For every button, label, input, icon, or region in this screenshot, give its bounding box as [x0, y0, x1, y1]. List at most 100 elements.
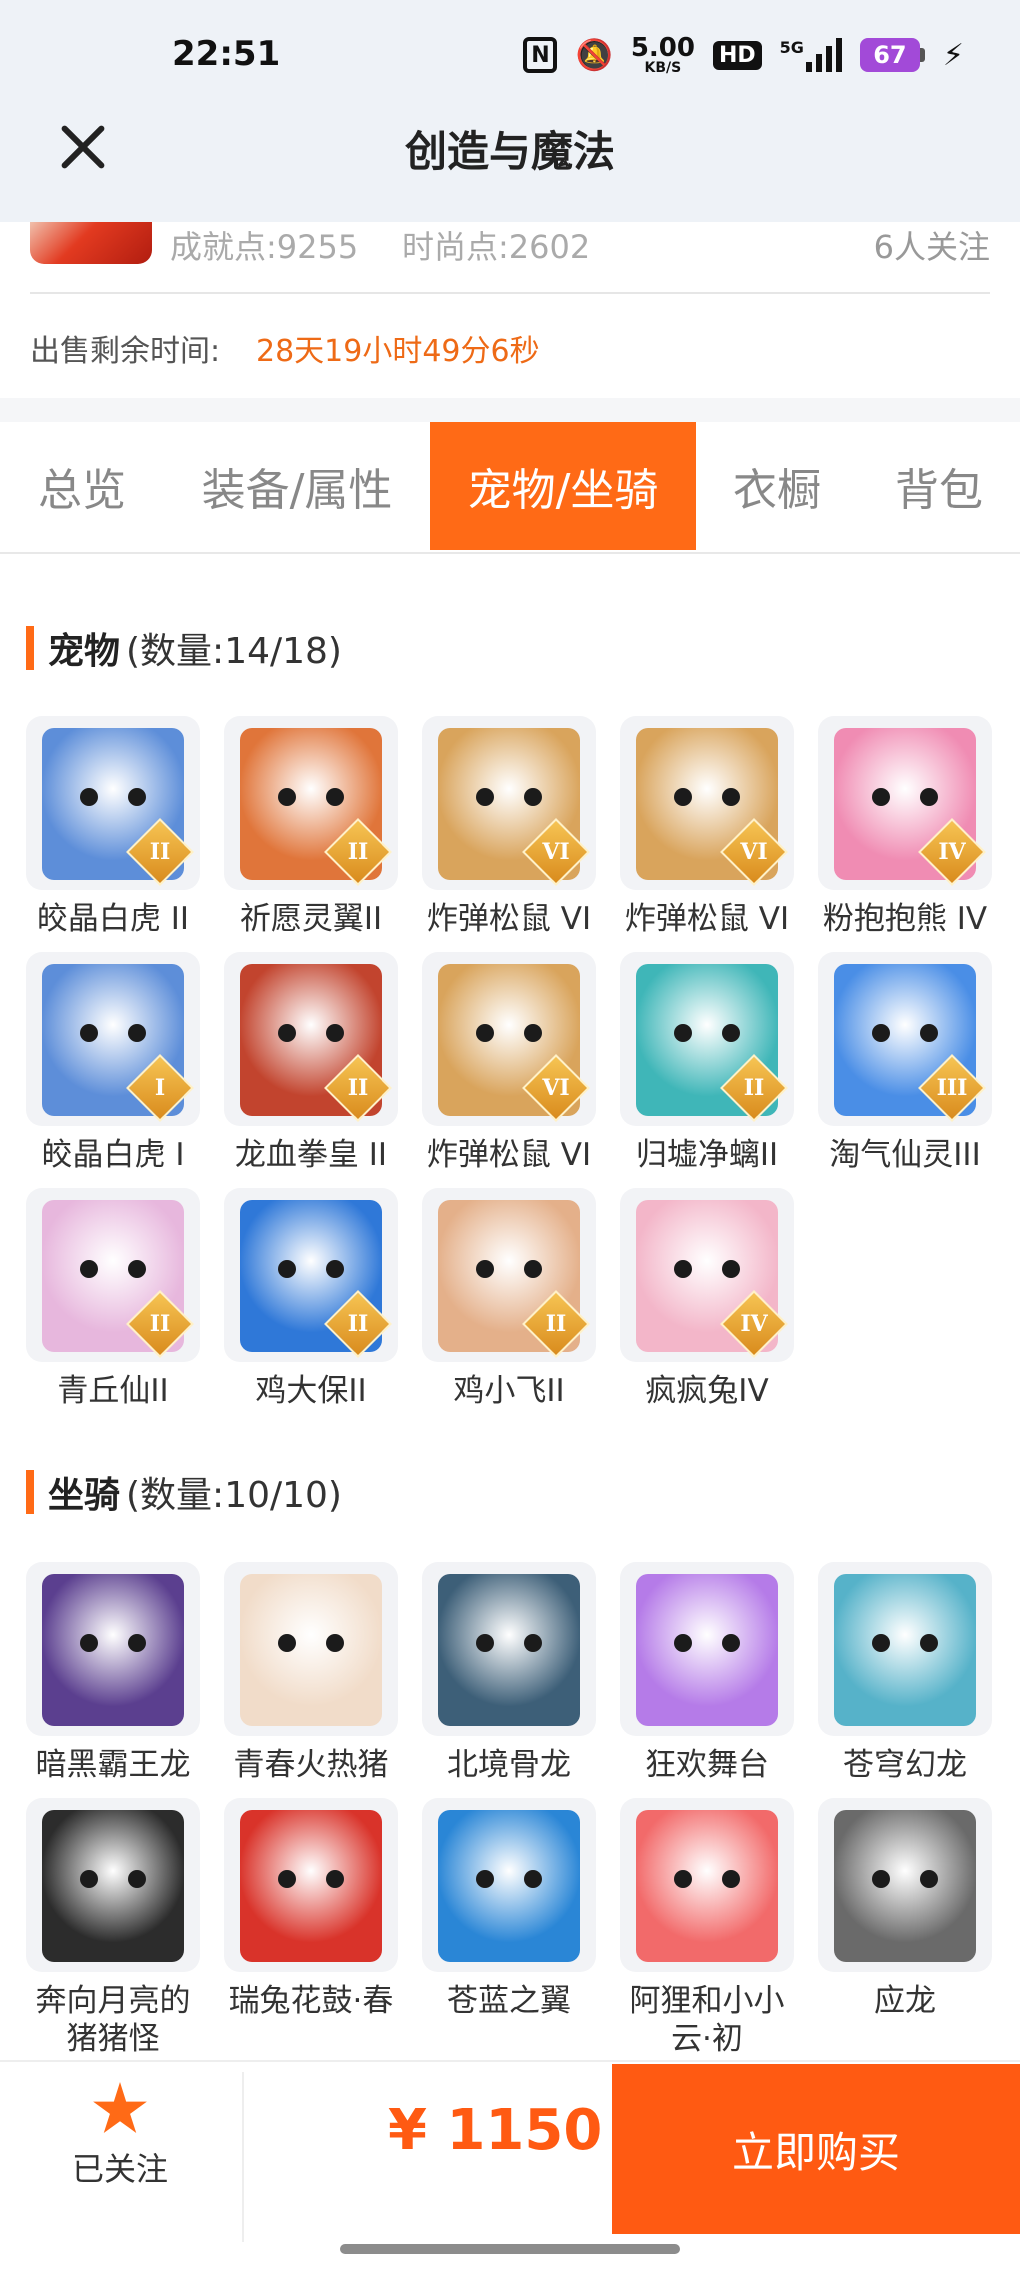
item-name: 炸弹松鼠 VI [426, 901, 592, 937]
grid-item[interactable]: II 鸡大保II [224, 1188, 398, 1410]
grid-item[interactable]: I 皎晶白虎 I [26, 952, 200, 1174]
battery-level: 67 [859, 38, 920, 72]
item-name: 青春火热猪 [233, 1747, 389, 1783]
grid-item[interactable]: 青春火热猪 [224, 1562, 398, 1784]
item-thumbnail: IV [818, 716, 992, 890]
tier-label: IV [740, 1311, 768, 1337]
tab-equipment[interactable]: 装备/属性 [164, 422, 430, 550]
tab-overview[interactable]: 总览 [0, 422, 164, 550]
grid-item[interactable]: II 皎晶白虎 II [26, 716, 200, 938]
net-speed-value: 5.00 [630, 33, 695, 63]
tier-label: II [149, 1311, 171, 1337]
grid-item[interactable]: II 鸡小飞II [422, 1188, 596, 1410]
tab-pets-mounts[interactable]: 宠物/坐骑 [430, 422, 696, 550]
tab-bar: 总览 装备/属性 宠物/坐骑 衣橱 背包 [0, 422, 1020, 554]
tier-label: VI [542, 1075, 570, 1101]
tier-label: II [545, 1311, 567, 1337]
item-thumbnail [620, 1798, 794, 1972]
tier-label: VI [542, 839, 570, 865]
achievement-points: 成就点:9255 [170, 228, 359, 266]
item-thumbnail [422, 1798, 596, 1972]
item-thumbnail [26, 1562, 200, 1736]
item-thumbnail: II [224, 1188, 398, 1362]
divider [30, 292, 990, 294]
grid-item[interactable]: 瑞兔花鼓·春 [224, 1798, 398, 2020]
mounts-heading: 坐骑 [48, 1475, 121, 1516]
item-name: 皎晶白虎 I [41, 1137, 185, 1173]
mounts-section-title: 坐骑 (数量:10/10) [26, 1466, 342, 1518]
tab-wardrobe[interactable]: 衣橱 [696, 422, 858, 550]
signal-icon [805, 38, 842, 72]
grid-item[interactable]: 暗黑霸王龙 [26, 1562, 200, 1784]
follower-count: 6人关注 [873, 228, 990, 266]
follow-button[interactable]: 已关注 [40, 2076, 200, 2216]
charging-icon: ⚡ [942, 37, 964, 73]
grid-item[interactable]: 狂欢舞台 [620, 1562, 794, 1784]
grid-item[interactable]: 应龙 [818, 1798, 992, 2020]
item-thumbnail [818, 1562, 992, 1736]
grid-item[interactable]: 阿狸和小小云·初 [620, 1798, 794, 2058]
grid-item[interactable]: IV 疯疯兔IV [620, 1188, 794, 1410]
item-name: 狂欢舞台 [645, 1747, 769, 1783]
pets-section-title: 宠物 (数量:14/18) [26, 622, 342, 674]
grid-item[interactable]: IV 粉抱抱熊 IV [818, 716, 992, 938]
item-thumbnail: IV [620, 1188, 794, 1362]
item-thumbnail: II [26, 716, 200, 890]
grid-item[interactable]: II 青丘仙II [26, 1188, 200, 1410]
grid-item[interactable]: VI 炸弹松鼠 VI [422, 716, 596, 938]
carnival-stage-icon [636, 1574, 778, 1726]
item-thumbnail: VI [422, 952, 596, 1126]
tier-label: II [347, 839, 369, 865]
sky-dragon-icon [834, 1574, 976, 1726]
ying-dragon-icon [834, 1810, 976, 1962]
item-name: 炸弹松鼠 VI [426, 1137, 592, 1173]
battery-icon: 67 [859, 38, 925, 72]
item-thumbnail [422, 1562, 596, 1736]
item-thumbnail [224, 1562, 398, 1736]
item-name: 鸡大保II [255, 1373, 367, 1409]
item-name: 青丘仙II [57, 1373, 169, 1409]
item-thumbnail: III [818, 952, 992, 1126]
fashion-points: 时尚点:2602 [402, 228, 591, 266]
home-indicator [340, 2244, 680, 2254]
page-title: 创造与魔法 [404, 127, 615, 176]
item-thumbnail: II [224, 952, 398, 1126]
sale-time-label: 出售剩余时间: [30, 334, 221, 369]
tab-backpack[interactable]: 背包 [858, 422, 1020, 550]
mounts-count: (数量:10/10) [126, 1475, 342, 1516]
grid-item[interactable]: III 淘气仙灵III [818, 952, 992, 1174]
grid-item[interactable]: 苍穹幻龙 [818, 1562, 992, 1784]
grid-item[interactable]: 奔向月亮的猪猪怪 [26, 1798, 200, 2058]
follow-label: 已关注 [71, 2150, 168, 2188]
item-name: 归墟净螭II [635, 1137, 779, 1173]
item-name: 暗黑霸王龙 [35, 1747, 191, 1783]
rabbit-drum-icon [240, 1810, 382, 1962]
item-thumbnail: I [26, 952, 200, 1126]
item-thumbnail [224, 1798, 398, 1972]
grid-item[interactable]: VI 炸弹松鼠 VI [422, 952, 596, 1174]
item-thumbnail: VI [422, 716, 596, 890]
item-thumbnail [26, 1798, 200, 1972]
signal: 5G [780, 38, 842, 72]
grid-item[interactable]: 苍蓝之翼 [422, 1798, 596, 2020]
network-type: 5G [779, 38, 804, 57]
tier-label: II [347, 1311, 369, 1337]
tier-label: II [149, 839, 171, 865]
grid-item[interactable]: II 归墟净螭II [620, 952, 794, 1174]
grid-item[interactable]: 北境骨龙 [422, 1562, 596, 1784]
divider [242, 2072, 244, 2242]
grid-item[interactable]: II 龙血拳皇 II [224, 952, 398, 1174]
item-name: 粉抱抱熊 IV [822, 901, 988, 937]
item-thumbnail [620, 1562, 794, 1736]
buy-now-button[interactable]: 立即购买 [612, 2064, 1020, 2234]
item-name: 淘气仙灵III [829, 1137, 981, 1173]
item-name: 应龙 [874, 1983, 936, 2019]
azure-wing-icon [438, 1810, 580, 1962]
section-accent-bar [26, 1470, 34, 1514]
bone-dragon-icon [438, 1574, 580, 1726]
grid-item[interactable]: II 祈愿灵翼II [224, 716, 398, 938]
item-name: 奔向月亮的猪猪怪 [35, 1983, 191, 2057]
tier-label: IV [938, 839, 966, 865]
grid-item[interactable]: VI 炸弹松鼠 VI [620, 716, 794, 938]
ali-cloud-icon [636, 1810, 778, 1962]
